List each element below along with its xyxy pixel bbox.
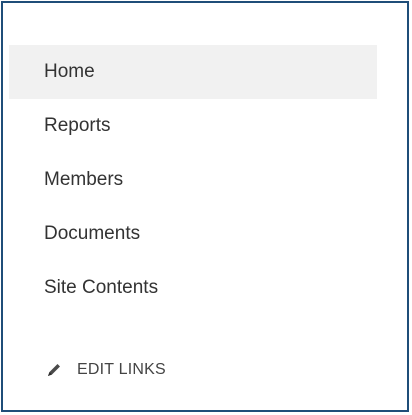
- edit-links-label: EDIT LINKS: [77, 361, 166, 378]
- edit-links-button[interactable]: EDIT LINKS: [45, 358, 166, 382]
- nav-item-home[interactable]: Home: [9, 45, 377, 99]
- quick-launch-panel: Home Reports Members Documents Site Cont…: [1, 1, 409, 412]
- nav-item-documents[interactable]: Documents: [9, 207, 377, 261]
- pencil-icon: [45, 361, 63, 379]
- quick-launch-nav: Home Reports Members Documents Site Cont…: [9, 45, 377, 315]
- nav-item-reports[interactable]: Reports: [9, 99, 377, 153]
- nav-item-members[interactable]: Members: [9, 153, 377, 207]
- nav-item-site-contents[interactable]: Site Contents: [9, 261, 377, 315]
